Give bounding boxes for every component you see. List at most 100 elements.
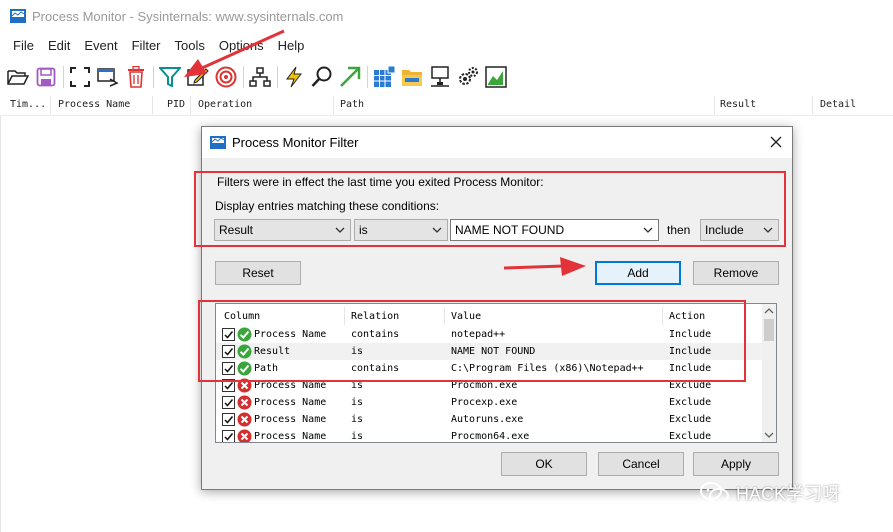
apply-button[interactable]: Apply: [693, 452, 779, 476]
rule-enabled-checkbox[interactable]: [222, 362, 235, 375]
network-icon[interactable]: [428, 65, 452, 89]
rule-column-cell: Process Name: [254, 414, 327, 425]
column-divider[interactable]: [714, 96, 715, 114]
filter-row[interactable]: Process Name is Procmon64.exe Exclude: [216, 428, 764, 442]
rule-relation-cell: contains: [351, 363, 400, 374]
profiling-icon[interactable]: [484, 65, 508, 89]
rule-enabled-checkbox[interactable]: [222, 345, 235, 358]
column-select[interactable]: Result: [214, 219, 351, 241]
filter-rule-list[interactable]: Column Relation Value Action Process Nam…: [215, 303, 777, 443]
header-relation[interactable]: Relation: [351, 311, 399, 322]
capture-icon[interactable]: [96, 65, 120, 89]
action-select-value: Include: [705, 223, 744, 237]
filter-row[interactable]: Path contains C:\Program Files (x86)\Notep…: [216, 360, 764, 377]
toolbar-separator: [367, 66, 368, 88]
rule-action-cell: Exclude: [669, 414, 712, 425]
column-divider[interactable]: [344, 307, 345, 325]
filter-row[interactable]: Result is NAME NOT FOUND Include: [216, 343, 764, 360]
rule-action-cell: Include: [669, 346, 712, 357]
autoscroll-icon[interactable]: [68, 65, 92, 89]
open-icon[interactable]: [6, 65, 30, 89]
menu-tools[interactable]: Tools: [168, 38, 212, 53]
column-divider[interactable]: [190, 96, 191, 114]
menu-bar: File Edit Event Filter Tools Options Hel…: [0, 34, 311, 56]
menu-help[interactable]: Help: [271, 38, 312, 53]
process-monitor-app-icon: [10, 9, 26, 23]
rule-column-cell: Process Name: [254, 380, 327, 391]
rule-relation-cell: is: [351, 380, 364, 391]
toolbar-separator: [243, 66, 244, 88]
filter-row[interactable]: Process Name is Autoruns.exe Exclude: [216, 411, 764, 428]
rule-column-cell: Path: [254, 363, 279, 374]
action-select[interactable]: Include: [700, 219, 779, 241]
rule-enabled-checkbox[interactable]: [222, 396, 235, 409]
rule-enabled-checkbox[interactable]: [222, 430, 235, 442]
column-divider[interactable]: [333, 96, 334, 114]
reset-button[interactable]: Reset: [215, 261, 301, 285]
filter-row[interactable]: Process Name is Procmon.exe Exclude: [216, 377, 764, 394]
rule-column-cell: Process Name: [254, 431, 327, 442]
col-path[interactable]: Path: [340, 99, 364, 110]
registry-icon[interactable]: [372, 65, 396, 89]
process-activity-icon[interactable]: [456, 65, 480, 89]
highlight-icon[interactable]: [186, 65, 210, 89]
header-value[interactable]: Value: [451, 311, 481, 322]
scroll-thumb[interactable]: [764, 319, 774, 341]
header-column[interactable]: Column: [224, 311, 260, 322]
rule-enabled-checkbox[interactable]: [222, 328, 235, 341]
relation-select[interactable]: is: [354, 219, 448, 241]
menu-file[interactable]: File: [6, 38, 41, 53]
rule-enabled-checkbox[interactable]: [222, 413, 235, 426]
column-divider[interactable]: [662, 307, 663, 325]
close-icon[interactable]: [768, 134, 784, 150]
menu-edit[interactable]: Edit: [41, 38, 77, 53]
add-button[interactable]: Add: [595, 261, 681, 285]
col-process-name[interactable]: Process Name: [58, 99, 130, 110]
col-detail[interactable]: Detail: [820, 99, 856, 110]
value-combo-input[interactable]: NAME NOT FOUND: [450, 219, 659, 241]
scroll-down-icon[interactable]: [764, 431, 774, 439]
target-icon[interactable]: [214, 65, 238, 89]
menu-filter[interactable]: Filter: [125, 38, 168, 53]
toolbar-separator: [153, 66, 154, 88]
column-divider[interactable]: [50, 96, 51, 114]
value-input-text: NAME NOT FOUND: [455, 223, 565, 237]
header-action[interactable]: Action: [669, 311, 705, 322]
list-scrollbar[interactable]: [762, 304, 776, 442]
save-icon[interactable]: [34, 65, 58, 89]
process-tree-icon[interactable]: [248, 65, 272, 89]
relation-select-value: is: [359, 223, 368, 237]
remove-button[interactable]: Remove: [693, 261, 779, 285]
scroll-up-icon[interactable]: [764, 307, 774, 315]
rule-action-cell: Exclude: [669, 397, 712, 408]
col-operation[interactable]: Operation: [198, 99, 252, 110]
menu-event[interactable]: Event: [77, 38, 124, 53]
jump-icon[interactable]: [338, 65, 362, 89]
filter-list-header: Column Relation Value Action: [216, 304, 764, 326]
rule-enabled-checkbox[interactable]: [222, 379, 235, 392]
wechat-icon: [700, 482, 729, 504]
clear-icon[interactable]: [124, 65, 148, 89]
filter-row[interactable]: Process Name is Procexp.exe Exclude: [216, 394, 764, 411]
menu-options[interactable]: Options: [212, 38, 271, 53]
filter-icon[interactable]: [158, 65, 182, 89]
col-time[interactable]: Tim...: [10, 99, 46, 110]
rule-relation-cell: is: [351, 431, 364, 442]
title-bar: Process Monitor - Sysinternals: www.sysi…: [0, 0, 893, 32]
events-icon[interactable]: [282, 65, 306, 89]
filter-row[interactable]: Process Name contains notepad++ Include: [216, 326, 764, 343]
rule-value-cell: Procexp.exe: [451, 397, 518, 408]
rule-relation-cell: is: [351, 346, 364, 357]
column-divider[interactable]: [152, 96, 153, 114]
ok-button[interactable]: OK: [501, 452, 587, 476]
cancel-button[interactable]: Cancel: [598, 452, 684, 476]
then-label: then: [667, 223, 691, 237]
chevron-down-icon: [432, 227, 442, 233]
column-divider[interactable]: [812, 96, 813, 114]
exclude-x-icon: [237, 429, 252, 442]
col-pid[interactable]: PID: [167, 99, 185, 110]
file-system-icon[interactable]: [400, 65, 424, 89]
column-divider[interactable]: [444, 307, 445, 325]
col-result[interactable]: Result: [720, 99, 756, 110]
find-icon[interactable]: [310, 65, 334, 89]
